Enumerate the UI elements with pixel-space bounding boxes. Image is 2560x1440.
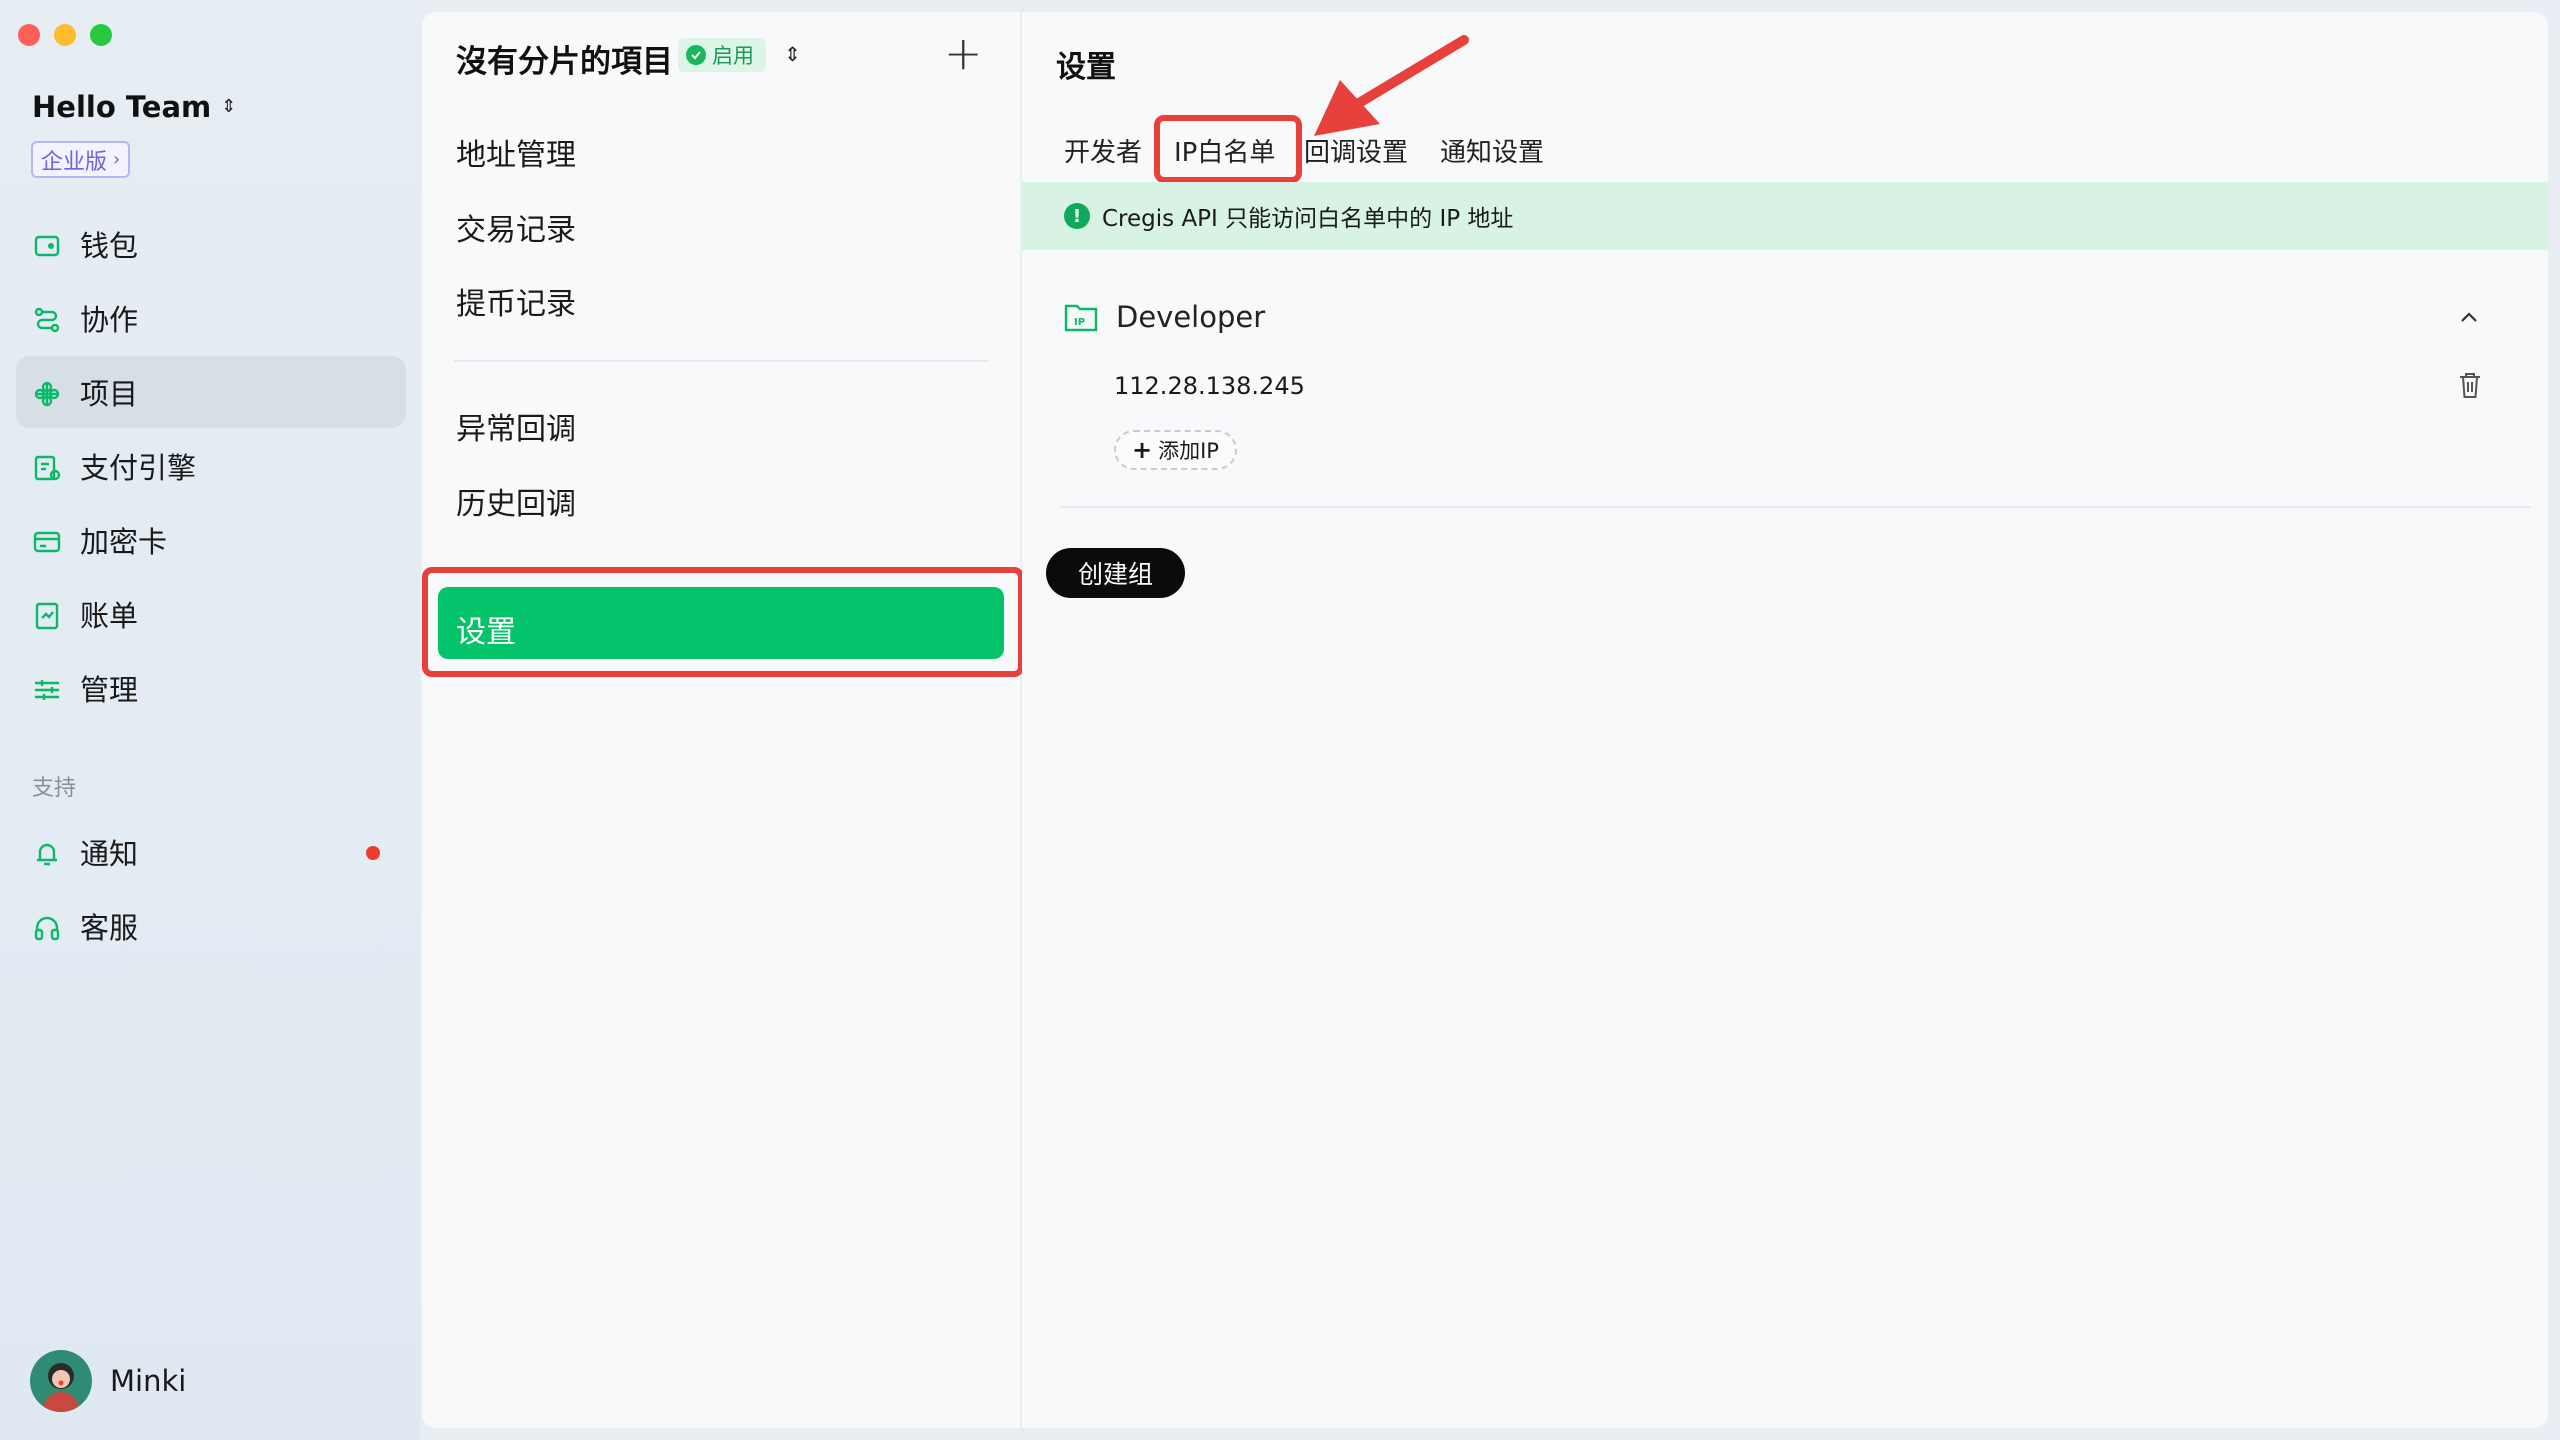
tab-ip-whitelist[interactable]: IP白名单 (1174, 132, 1275, 169)
chevron-updown-icon: ⇕ (221, 96, 237, 117)
menu-settings-label: 设置 (456, 615, 516, 650)
create-group-button[interactable]: 创建组 (1046, 548, 1186, 598)
add-ip-label: 添加IP (1158, 439, 1219, 463)
add-ip-button[interactable]: + 添加IP (1114, 430, 1237, 470)
sidebar-item-crypto-card[interactable]: 加密卡 (16, 504, 406, 576)
sidebar-item-label: 钱包 (80, 229, 139, 263)
menu-history-callback[interactable]: 历史回调 (456, 479, 576, 523)
menu-settings[interactable]: 设置 (438, 587, 1004, 659)
collaboration-icon (34, 307, 60, 333)
bell-icon (37, 843, 57, 866)
annotation-arrow-icon (1314, 35, 1469, 136)
svg-text:IP: IP (1074, 317, 1085, 328)
sidebar-item-label: 管理 (80, 673, 139, 707)
sidebar-item-notifications[interactable]: 通知 (16, 816, 406, 888)
user-profile[interactable]: Minki (30, 1350, 186, 1412)
trash-icon[interactable] (2456, 370, 2484, 400)
sidebar-item-label: 协作 (80, 303, 139, 337)
group-header[interactable]: IP Developer (1064, 300, 1265, 334)
sidebar-item-bill[interactable]: 账单 (16, 578, 406, 650)
project-switch-icon[interactable]: ⇕ (784, 42, 801, 66)
project-icon (34, 381, 60, 407)
bill-icon (35, 602, 59, 630)
project-title: 沒有分片的項目 (456, 44, 673, 80)
zoom-window-button[interactable] (90, 24, 112, 46)
payment-engine-icon (34, 455, 61, 481)
status-label: 启用 (712, 44, 754, 68)
info-icon: ! (1064, 203, 1090, 229)
menu-withdrawal-records[interactable]: 提币记录 (456, 279, 576, 323)
card-icon (33, 531, 61, 553)
sidebar-item-label: 支付引擎 (80, 451, 197, 485)
headset-icon (34, 916, 60, 941)
main-content: 设置 开发者 IP白名单 回调设置 通知设置 ! Cregis API 只能访问… (1022, 12, 2548, 1428)
menu-transaction-records[interactable]: 交易记录 (456, 205, 576, 249)
ip-address: 112.28.138.245 (1114, 372, 1305, 400)
status-badge: 启用 (678, 38, 766, 72)
check-circle-icon (686, 45, 706, 65)
sidebar-item-project[interactable]: 项目 (16, 356, 406, 428)
chevron-right-icon: › (113, 149, 121, 170)
menu-abnormal-callback[interactable]: 异常回调 (456, 404, 576, 448)
avatar (30, 1350, 92, 1412)
sidebar-item-payment-engine[interactable]: 支付引擎 (16, 430, 406, 502)
settings-sliders-icon (35, 680, 59, 700)
ip-folder-icon: IP (1064, 304, 1098, 332)
sidebar-item-label: 项目 (80, 377, 139, 411)
divider (454, 360, 988, 362)
chevron-up-icon[interactable] (2454, 302, 2484, 332)
sidebar-item-collaboration[interactable]: 协作 (16, 282, 406, 354)
sidebar-item-management[interactable]: 管理 (16, 652, 406, 724)
sidebar-item-customer-service[interactable]: 客服 (16, 890, 406, 962)
sidebar: Hello Team ⇕ 企业版 › 钱包 协作 项目 支付引擎 加密卡 账单 … (0, 0, 420, 1440)
add-project-button[interactable]: + (944, 30, 983, 76)
group-name: Developer (1116, 300, 1266, 334)
team-name: Hello Team (32, 90, 212, 124)
sidebar-item-label: 账单 (80, 599, 139, 633)
plus-icon: + (1132, 436, 1153, 464)
minimize-window-button[interactable] (54, 24, 76, 46)
tab-developer[interactable]: 开发者 (1064, 132, 1142, 169)
unread-dot (366, 846, 380, 860)
plan-badge[interactable]: 企业版 › (31, 141, 131, 178)
project-panel: 沒有分片的項目 启用 ⇕ + 地址管理 交易记录 提币记录 异常回调 历史回调 … (422, 12, 1024, 1428)
sidebar-item-label: 加密卡 (80, 525, 168, 559)
divider (1060, 506, 2530, 508)
sidebar-item-wallet[interactable]: 钱包 (16, 208, 406, 280)
support-section-heading: 支持 (32, 776, 77, 801)
page-title: 设置 (1056, 50, 1116, 85)
info-banner-text: Cregis API 只能访问白名单中的 IP 地址 (1102, 206, 1514, 232)
plan-badge-label: 企业版 (41, 149, 108, 175)
info-banner: ! Cregis API 只能访问白名单中的 IP 地址 (1022, 182, 2548, 250)
sidebar-item-label: 通知 (80, 837, 139, 871)
close-window-button[interactable] (18, 24, 40, 46)
sidebar-item-label: 客服 (80, 911, 139, 945)
team-switcher[interactable]: Hello Team ⇕ (32, 90, 236, 124)
window-controls (18, 24, 112, 46)
user-name: Minki (110, 1364, 187, 1398)
wallet-icon (34, 235, 60, 257)
menu-address-management[interactable]: 地址管理 (456, 130, 576, 174)
